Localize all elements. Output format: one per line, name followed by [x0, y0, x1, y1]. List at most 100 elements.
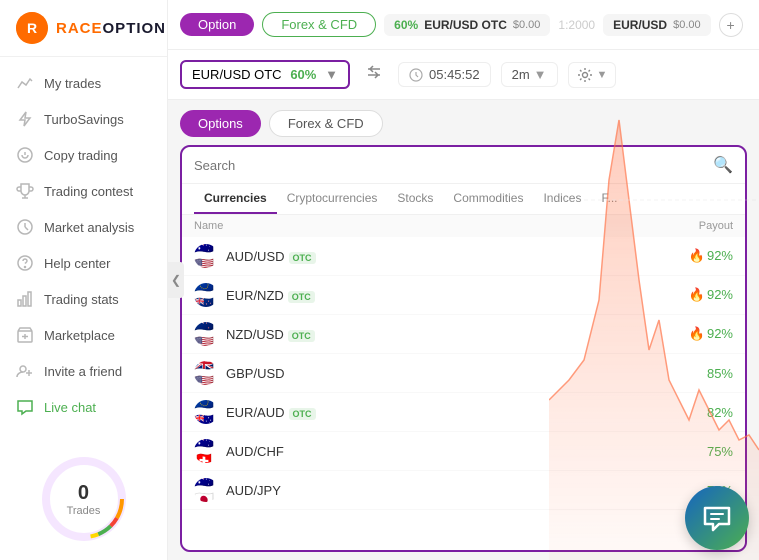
- sidebar-item-help-center[interactable]: Help center: [0, 245, 167, 281]
- asset1-pct: 60%: [394, 18, 418, 32]
- asset-payout: 🔥92%: [689, 287, 733, 303]
- asset-flag: 🇦🇺🇯🇵: [194, 478, 218, 502]
- asset-pair-name: EUR/NZDOTC: [226, 288, 689, 303]
- clock-icon: [409, 68, 423, 82]
- category-tabs: Currencies Cryptocurrencies Stocks Commo…: [182, 184, 745, 215]
- sidebar-item-invite-friend[interactable]: Invite a friend: [0, 353, 167, 389]
- category-more[interactable]: F...: [591, 184, 627, 214]
- asset-list-item[interactable]: 🇪🇺🇦🇺 EUR/AUDOTC 82%: [182, 393, 745, 432]
- asset-payout: 85%: [707, 366, 733, 381]
- asset-pair-name: AUD/USDOTC: [226, 249, 689, 264]
- asset-list-item[interactable]: 🇳🇿🇺🇸 NZD/USDOTC 🔥92%: [182, 315, 745, 354]
- lightning-icon: [16, 110, 34, 128]
- sidebar: R RACEOPTION My trades TurboSavings Copy…: [0, 0, 168, 560]
- sidebar-item-turbo-savings[interactable]: TurboSavings: [0, 101, 167, 137]
- svg-text:R: R: [27, 20, 37, 36]
- asset-list-item[interactable]: 🇦🇺🇨🇭 AUD/CHF 75%: [182, 432, 745, 471]
- asset-list-item[interactable]: 🇦🇺🇯🇵 AUD/JPY 75%: [182, 471, 745, 510]
- invite-icon: [16, 362, 34, 380]
- asset-pair-name: AUD/CHF: [226, 444, 707, 459]
- asset1-pill[interactable]: 60% EUR/USD OTC $0.00: [384, 14, 550, 36]
- asset-selector[interactable]: EUR/USD OTC 60% ▼: [180, 60, 350, 89]
- countdown-timer: 05:45:52: [398, 62, 491, 87]
- gear-icon: [577, 67, 593, 83]
- selected-asset-pct: 60%: [290, 67, 316, 82]
- sidebar-item-live-chat[interactable]: Live chat: [0, 389, 167, 425]
- asset-flag: 🇪🇺🇦🇺: [194, 400, 218, 424]
- asset-list-item[interactable]: 🇬🇧🇺🇸 GBP/USD 85%: [182, 354, 745, 393]
- asset-list: 🇦🇺🇺🇸 AUD/USDOTC 🔥92% 🇪🇺🇳🇿 EUR/NZDOTC 🔥92…: [182, 237, 745, 517]
- logo-area: R RACEOPTION: [0, 0, 167, 57]
- leverage-separator: 1:2000: [558, 18, 595, 32]
- logo-text: RACEOPTION: [56, 20, 166, 37]
- asset-list-item[interactable]: 🇦🇺🇳🇿 AUD/NZD 75%: [182, 510, 745, 517]
- search-input[interactable]: [194, 158, 713, 173]
- asset-type-tabs: Options Forex & CFD: [168, 100, 759, 137]
- timer-value: 05:45:52: [429, 67, 480, 82]
- category-indices[interactable]: Indices: [533, 184, 591, 214]
- asset1-price: $0.00: [513, 19, 541, 31]
- livechat-bubble[interactable]: [685, 486, 749, 550]
- sidebar-item-market-analysis[interactable]: Market analysis: [0, 209, 167, 245]
- trades-donut: 0 Trades: [39, 454, 129, 544]
- topbar: Option Forex & CFD 60% EUR/USD OTC $0.00…: [168, 0, 759, 50]
- category-currencies[interactable]: Currencies: [194, 184, 277, 214]
- asset-list-item[interactable]: 🇪🇺🇳🇿 EUR/NZDOTC 🔥92%: [182, 276, 745, 315]
- sidebar-item-my-trades[interactable]: My trades: [0, 65, 167, 101]
- settings-chevron: ▼: [597, 69, 608, 81]
- dropdown-bar: EUR/USD OTC 60% ▼ 05:45:52 2m ▼ ▼: [168, 50, 759, 100]
- col-payout-header: Payout: [699, 220, 733, 232]
- tab-option-button[interactable]: Option: [180, 13, 254, 36]
- search-box: 🔍: [182, 147, 745, 184]
- tab-forex-button[interactable]: Forex & CFD: [262, 12, 376, 37]
- timeframe-chevron: ▼: [534, 67, 547, 82]
- sidebar-item-trading-contest[interactable]: Trading contest: [0, 173, 167, 209]
- market-icon: [16, 326, 34, 344]
- asset-payout: 75%: [707, 444, 733, 459]
- asset-payout: 82%: [707, 405, 733, 420]
- livechat-icon: [699, 500, 735, 536]
- asset2-pill[interactable]: EUR/USD $0.00: [603, 14, 711, 36]
- timeframe-value: 2m: [512, 67, 530, 82]
- sidebar-item-copy-trading[interactable]: Copy trading: [0, 137, 167, 173]
- trades-label: Trades: [67, 505, 101, 517]
- asset-flag: 🇳🇿🇺🇸: [194, 322, 218, 346]
- asset-pair-name: NZD/USDOTC: [226, 327, 689, 342]
- asset-flag: 🇪🇺🇳🇿: [194, 283, 218, 307]
- main-content: Option Forex & CFD 60% EUR/USD OTC $0.00…: [168, 0, 759, 560]
- analysis-icon: [16, 218, 34, 236]
- forex-cfd-tab[interactable]: Forex & CFD: [269, 110, 383, 137]
- asset2-name: EUR/USD: [613, 18, 667, 32]
- add-asset-button[interactable]: +: [719, 13, 743, 37]
- category-commodities[interactable]: Commodities: [443, 184, 533, 214]
- category-stocks[interactable]: Stocks: [387, 184, 443, 214]
- trophy-icon: [16, 182, 34, 200]
- settings-button[interactable]: ▼: [568, 62, 617, 88]
- dropdown-chevron: ▼: [325, 67, 338, 82]
- asset1-name: EUR/USD OTC: [424, 18, 507, 32]
- sidebar-item-trading-stats[interactable]: Trading stats: [0, 281, 167, 317]
- trades-count: 0: [67, 482, 101, 505]
- asset-pair-name: GBP/USD: [226, 366, 707, 381]
- sidebar-item-marketplace[interactable]: Marketplace: [0, 317, 167, 353]
- stats-icon: [16, 290, 34, 308]
- help-icon: [16, 254, 34, 272]
- logo-icon: R: [16, 12, 48, 44]
- sidebar-collapse-arrow[interactable]: ❮: [168, 262, 184, 298]
- category-cryptocurrencies[interactable]: Cryptocurrencies: [277, 184, 388, 214]
- timeframe-selector[interactable]: 2m ▼: [501, 62, 558, 87]
- asset-flag: 🇬🇧🇺🇸: [194, 361, 218, 385]
- chart-icon: [16, 74, 34, 92]
- asset-flag: 🇦🇺🇨🇭: [194, 439, 218, 463]
- selected-asset-name: EUR/USD OTC: [192, 67, 282, 82]
- asset-flag: 🇦🇺🇺🇸: [194, 244, 218, 268]
- nav-items: My trades TurboSavings Copy trading Trad…: [0, 57, 167, 444]
- options-tab[interactable]: Options: [180, 110, 261, 137]
- asset-payout: 🔥92%: [689, 326, 733, 342]
- asset-pair-name: EUR/AUDOTC: [226, 405, 707, 420]
- exchange-icon-button[interactable]: [360, 58, 388, 91]
- search-icon: 🔍: [713, 155, 733, 175]
- asset-list-item[interactable]: 🇦🇺🇺🇸 AUD/USDOTC 🔥92%: [182, 237, 745, 276]
- asset-dropdown-panel: 🔍 Currencies Cryptocurrencies Stocks Com…: [180, 145, 747, 552]
- asset-list-header: Name Payout: [182, 215, 745, 237]
